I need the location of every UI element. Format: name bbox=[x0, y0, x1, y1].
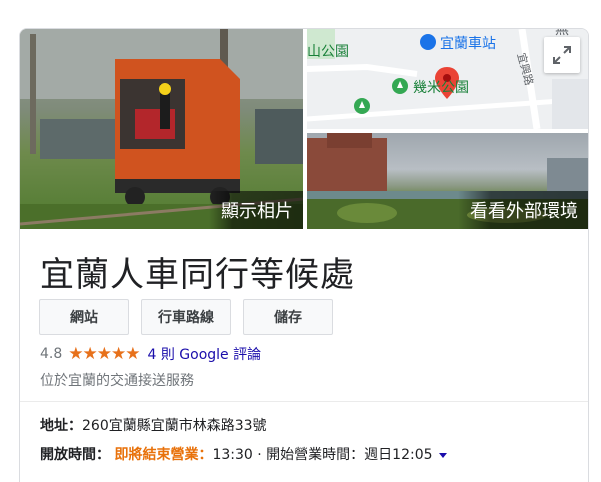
map-park-label: 幾米公園 bbox=[413, 80, 469, 96]
show-photos-label: 顯示相片 bbox=[209, 191, 303, 229]
rating-stars-icon: ★★★★★ bbox=[68, 344, 140, 364]
exterior-photo[interactable]: 看看外部環境 bbox=[307, 133, 588, 229]
knowledge-panel: 顯示相片 山公園 宜蘭車站 幾米公園 宜興路 無 看看外部環境 宜蘭人車同行等候… bbox=[19, 28, 589, 482]
place-category: 位於宜蘭的交通接送服務 bbox=[40, 373, 194, 389]
website-button[interactable]: 網站 bbox=[39, 299, 129, 335]
expand-map-button[interactable] bbox=[544, 37, 580, 73]
directions-button[interactable]: 行車路線 bbox=[141, 299, 231, 335]
map-thumbnail[interactable]: 山公園 宜蘭車站 幾米公園 宜興路 無 bbox=[307, 29, 588, 129]
next-open-time: 開始營業時間：週日12:05 bbox=[266, 447, 433, 463]
hours-row[interactable]: 開放時間： 即將結束營業：13:30 · 開始營業時間：週日12:05 bbox=[40, 444, 447, 464]
hours-separator: · bbox=[257, 447, 262, 463]
closing-soon-status: 即將結束營業： bbox=[114, 447, 213, 463]
see-outside-label: 看看外部環境 bbox=[458, 191, 588, 229]
place-title: 宜蘭人車同行等候處 bbox=[40, 255, 355, 295]
address-label: 地址： bbox=[40, 418, 82, 434]
address-row: 地址：260宜蘭縣宜蘭市林森路33號 bbox=[40, 415, 267, 435]
divider bbox=[20, 401, 588, 402]
expand-icon bbox=[553, 46, 571, 64]
main-photo[interactable]: 顯示相片 bbox=[20, 29, 303, 229]
save-button[interactable]: 儲存 bbox=[243, 299, 333, 335]
close-time: 13:30 bbox=[212, 447, 253, 463]
rating-score: 4.8 bbox=[40, 346, 63, 362]
hours-label: 開放時間： bbox=[40, 447, 110, 463]
chevron-down-icon[interactable] bbox=[438, 452, 447, 458]
rating-row: 4.8 ★★★★★ 4 則 Google 評論 bbox=[40, 344, 261, 364]
reviews-link[interactable]: 4 則 Google 評論 bbox=[147, 344, 261, 364]
map-park-partial-label: 山公園 bbox=[307, 44, 349, 60]
map-station-label: 宜蘭車站 bbox=[440, 36, 496, 52]
address-value[interactable]: 260宜蘭縣宜蘭市林森路33號 bbox=[82, 418, 267, 434]
